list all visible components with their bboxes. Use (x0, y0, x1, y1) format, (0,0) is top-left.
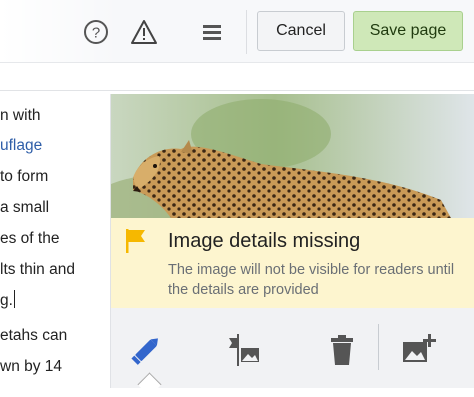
editor-toolbar: ? Cancel Save page (0, 0, 474, 63)
article-link[interactable]: uflage (0, 136, 42, 156)
article-line: n with (0, 107, 41, 124)
cheetah-image[interactable] (111, 94, 474, 218)
pencil-icon[interactable] (127, 330, 167, 370)
media-context-card: Image details missing The image will not… (110, 94, 474, 397)
svg-text:?: ? (92, 25, 100, 42)
article-line: es of the (0, 230, 60, 247)
notice-title: Image details missing (168, 230, 361, 252)
notice-text: The image will not be visible for reader… (168, 262, 455, 298)
active-indicator (137, 372, 162, 397)
action-separator (378, 324, 379, 370)
caption-flag-icon[interactable] (223, 330, 263, 370)
article-line: etahs can (0, 327, 68, 344)
menu-icon[interactable] (198, 18, 226, 46)
article-line: to form (0, 168, 49, 185)
article-line: a small (0, 199, 50, 216)
article-line-with-caret: g. (0, 290, 15, 311)
trash-icon[interactable] (322, 330, 362, 370)
missing-details-notice: Image details missing The image will not… (111, 218, 474, 308)
add-image-icon[interactable] (398, 330, 438, 370)
article-body[interactable]: n with uflage to form a small es of the … (0, 100, 110, 388)
article-line: wn by 14 (0, 358, 63, 375)
text-caret (13, 290, 15, 308)
toolbar-separator (246, 10, 247, 54)
help-icon[interactable]: ? (82, 18, 110, 46)
cancel-button[interactable]: Cancel (257, 11, 345, 51)
warning-icon[interactable] (130, 18, 158, 46)
article-line: g. (0, 292, 13, 309)
article-line: lts thin and (0, 261, 75, 278)
media-action-bar (111, 308, 474, 397)
save-page-button[interactable]: Save page (353, 11, 463, 51)
content-divider (0, 90, 474, 91)
flag-icon (125, 228, 147, 254)
